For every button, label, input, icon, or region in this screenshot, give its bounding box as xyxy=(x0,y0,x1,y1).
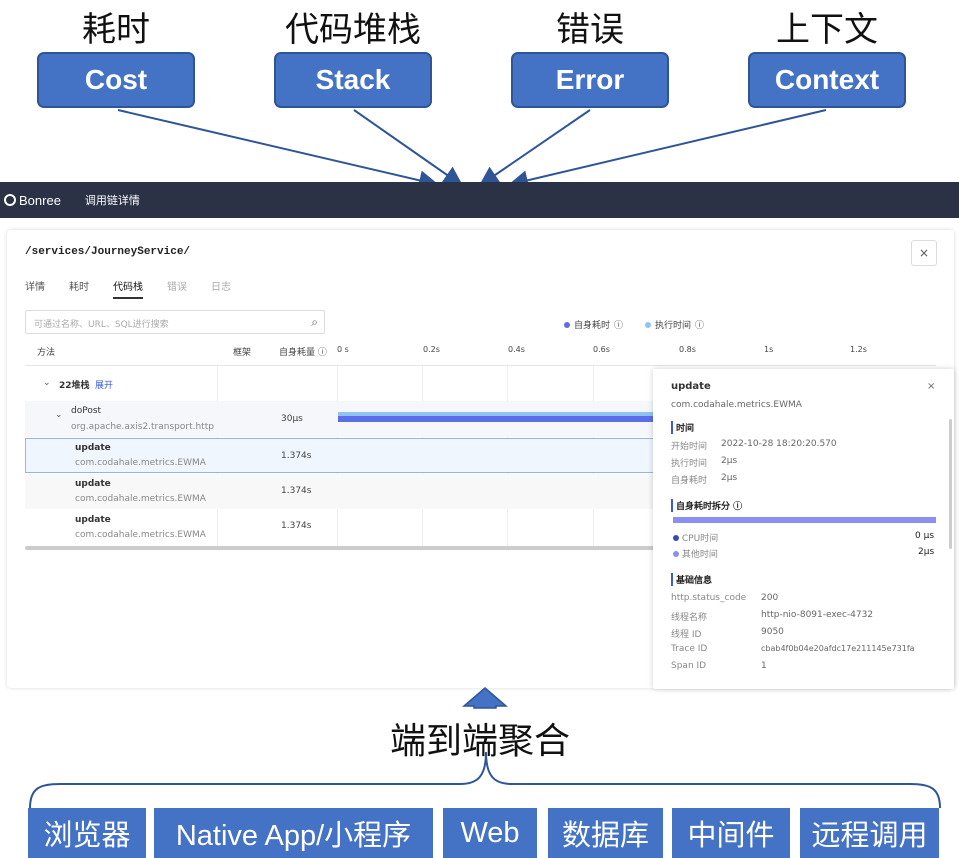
popover-title: update xyxy=(671,381,711,392)
cpu-label: CPU时间 xyxy=(673,531,718,544)
detail-popover: update com.codahale.metrics.EWMA × 时间 开始… xyxy=(653,369,954,689)
close-button[interactable]: × xyxy=(911,240,937,266)
converging-arrows xyxy=(117,109,827,191)
row-value: 1.374s xyxy=(281,486,312,496)
info-value: http-nio-8091-exec-4732 xyxy=(761,610,874,620)
time-key: 开始时间 xyxy=(671,442,708,452)
self-dot-icon xyxy=(564,321,570,328)
other-value: 2μs xyxy=(918,547,935,557)
row-name: update xyxy=(75,443,111,453)
close-icon[interactable]: × xyxy=(927,381,935,392)
row-value: 1.374s xyxy=(281,521,312,531)
brand-name: Bonree xyxy=(19,192,61,208)
time-value: 2μs xyxy=(721,473,738,483)
legend-self-label: 自身耗时 xyxy=(574,321,611,331)
app-bar: Bonree 调用链详情 xyxy=(0,182,959,218)
tick-label: 0.2s xyxy=(423,345,440,354)
tab-bar: 详情 耗时 代码栈 错误 日志 xyxy=(25,278,231,299)
cpu-value: 0 μs xyxy=(915,531,935,541)
source-database: 数据库 xyxy=(548,808,663,858)
info-key: 线程名称 xyxy=(671,613,708,623)
info-key: Span ID xyxy=(671,661,707,671)
legend-self: 自身耗时 ⓘ xyxy=(564,318,623,331)
up-arrow-icon xyxy=(462,687,508,709)
row-sub: org.apache.axis2.transport.http xyxy=(71,422,214,432)
tab-stack[interactable]: 代码栈 xyxy=(113,278,143,299)
exec-dot-icon xyxy=(645,321,651,328)
page-title: /services/JourneyService/ xyxy=(25,246,191,258)
logo-icon xyxy=(4,194,16,206)
info-key: 线程 ID xyxy=(671,630,702,640)
tab-details[interactable]: 详情 xyxy=(25,278,45,299)
source-brace xyxy=(29,751,941,809)
search-input[interactable]: 可通过名称、URL、SQL进行搜索 ⌕ xyxy=(25,310,325,334)
source-middleware: 中间件 xyxy=(672,808,790,858)
info-value: 1 xyxy=(761,661,767,671)
app-title: 调用链详情 xyxy=(84,194,140,207)
popover-scrollbar[interactable] xyxy=(949,419,952,549)
info-value: cbab4f0b04e20afdc17e211145e731fa xyxy=(761,644,915,653)
row-name: update xyxy=(75,515,111,525)
info-icon: ⓘ xyxy=(695,321,705,331)
legend-exec-label: 执行时间 xyxy=(655,321,692,331)
legend-exec: 执行时间 ⓘ xyxy=(645,318,704,331)
row-name: doPost xyxy=(71,406,102,416)
arrow-error xyxy=(478,109,591,187)
search-placeholder: 可通过名称、URL、SQL进行搜索 xyxy=(34,320,169,330)
row-sub: com.codahale.metrics.EWMA xyxy=(75,458,206,468)
col-frame: 框架 xyxy=(233,348,252,358)
time-key: 执行时间 xyxy=(671,459,708,469)
tab-cost[interactable]: 耗时 xyxy=(69,278,89,299)
row-name: update xyxy=(75,479,111,489)
self-bar xyxy=(338,416,654,422)
horizontal-scrollbar[interactable] xyxy=(25,546,665,550)
header-divider xyxy=(25,365,936,366)
time-value: 2μs xyxy=(721,456,738,466)
tick-label: 1s xyxy=(764,345,774,354)
tick-label: 0.6s xyxy=(593,345,610,354)
info-value: 200 xyxy=(761,593,779,603)
source-native-app: Native App/小程序 xyxy=(154,808,433,858)
stack-count: 22堆栈 xyxy=(59,381,90,391)
brand-logo: Bonree xyxy=(4,193,61,208)
row-sub: com.codahale.metrics.EWMA xyxy=(75,494,206,504)
source-remote-call: 远程调用 xyxy=(800,808,939,858)
time-section: 时间 xyxy=(671,421,694,434)
breakdown-bar xyxy=(673,517,936,523)
info-value: 9050 xyxy=(761,627,784,637)
row-sub: com.codahale.metrics.EWMA xyxy=(75,530,206,540)
arrow-context xyxy=(508,109,827,191)
col-method: 方法 xyxy=(37,348,56,358)
row-value: 1.374s xyxy=(281,451,312,461)
other-label: 其他时间 xyxy=(673,547,718,560)
arrow-stack xyxy=(353,109,464,187)
collapse-icon[interactable]: ⌄ xyxy=(43,378,51,388)
collapse-icon[interactable]: ⌄ xyxy=(55,410,63,420)
info-icon: ⓘ xyxy=(614,321,624,331)
search-icon[interactable]: ⌕ xyxy=(311,315,318,330)
tick-label: 0.8s xyxy=(679,345,696,354)
breakdown-section: 自身耗时拆分 ⓘ xyxy=(671,499,742,512)
tick-label: 1.2s xyxy=(850,345,867,354)
tick-label: 0.4s xyxy=(508,345,525,354)
arrow-cost xyxy=(117,109,439,191)
source-browser: 浏览器 xyxy=(28,808,146,858)
info-key: Trace ID xyxy=(671,644,708,654)
tab-error[interactable]: 错误 xyxy=(167,278,187,299)
tab-log[interactable]: 日志 xyxy=(211,278,231,299)
time-key: 自身耗时 xyxy=(671,476,708,486)
row-value: 30μs xyxy=(281,414,303,424)
source-web: Web xyxy=(443,808,537,858)
info-section: 基础信息 xyxy=(671,573,712,586)
time-value: 2022-10-28 18:20:20.570 xyxy=(721,439,837,449)
expand-link[interactable]: 展开 xyxy=(95,378,113,391)
tick-label: 0 s xyxy=(337,345,349,354)
info-key: http.status_code xyxy=(671,593,747,603)
col-self: 自身耗量 ⓘ xyxy=(279,348,327,358)
popover-subtitle: com.codahale.metrics.EWMA xyxy=(671,400,802,410)
